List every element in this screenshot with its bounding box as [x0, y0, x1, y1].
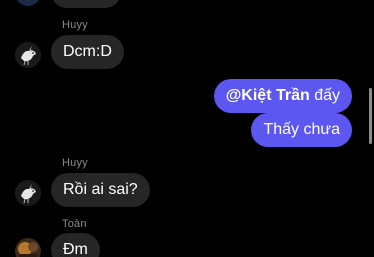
avatar-top-partial[interactable]: [15, 0, 41, 6]
sender-name: Huyy: [62, 19, 88, 31]
user-mention[interactable]: @Kiệt Trần: [226, 87, 310, 104]
message-bubble-outgoing[interactable]: Thấy chưa: [251, 113, 352, 147]
avatar-huyy[interactable]: [15, 180, 41, 206]
scrollbar[interactable]: [369, 88, 372, 144]
message-text: đấy: [309, 87, 340, 104]
avatar-huyy[interactable]: [15, 42, 41, 68]
message-bubble-outgoing[interactable]: @Kiệt Trần đấy: [213, 79, 352, 113]
dove-avatar-icon: [15, 42, 41, 68]
message-bubble[interactable]: Đm: [51, 233, 100, 257]
message-bubble[interactable]: Rồi ai sai?: [51, 173, 150, 207]
sender-name: Huyy: [62, 157, 88, 169]
message-bubble[interactable]: Dcm:D: [51, 35, 124, 69]
avatar-toan[interactable]: [15, 238, 41, 257]
message-bubble-partial[interactable]: [51, 0, 121, 8]
dove-avatar-icon: [15, 180, 41, 206]
sender-name: Toàn: [62, 218, 87, 230]
profile-photo-avatar: [15, 238, 41, 257]
chat-thread: Huyy Dcm:D @Kiệt Trần đấy Thấy chưa Huyy…: [0, 0, 374, 257]
